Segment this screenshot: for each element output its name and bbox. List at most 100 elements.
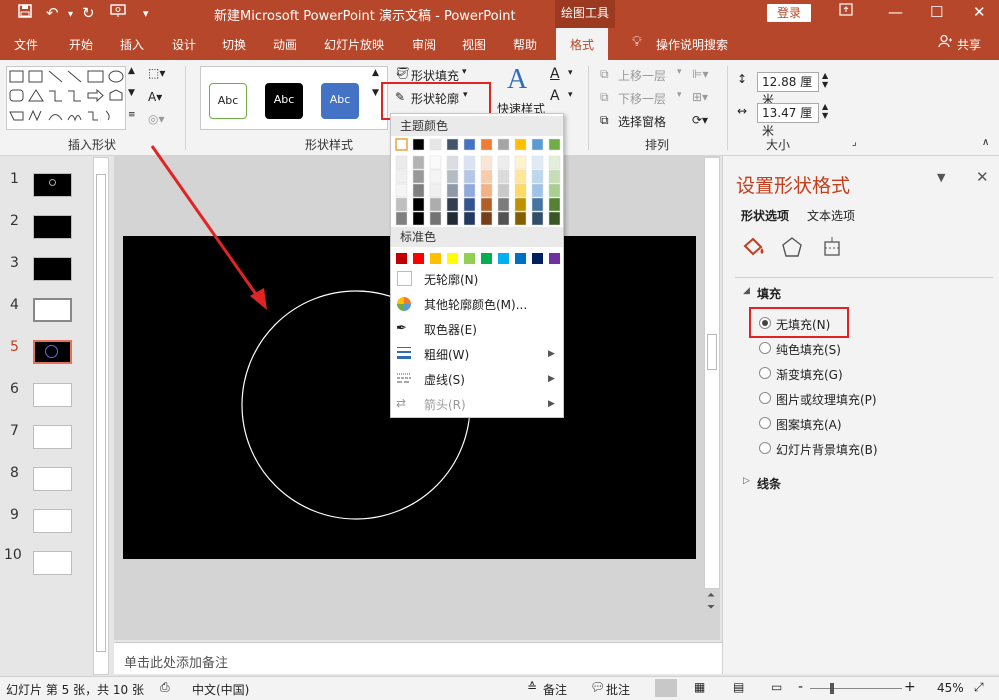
arrows-item[interactable]: 箭头(R) xyxy=(424,396,466,413)
comments-button[interactable]: 批注 xyxy=(606,681,630,698)
color-swatch[interactable] xyxy=(498,253,509,264)
color-swatch[interactable] xyxy=(514,138,527,151)
slide-thumbnail-selected[interactable] xyxy=(33,340,72,364)
no-outline-item[interactable]: 无轮廓(N) xyxy=(424,271,478,288)
color-swatch[interactable] xyxy=(446,155,459,170)
color-swatch[interactable] xyxy=(548,211,561,226)
color-swatch[interactable] xyxy=(412,155,425,170)
slide-thumbnail[interactable] xyxy=(33,467,72,491)
maximize-icon[interactable]: ☐ xyxy=(930,3,943,21)
color-swatch[interactable] xyxy=(464,253,475,264)
zoom-level[interactable]: 45% xyxy=(937,681,964,695)
color-swatch[interactable] xyxy=(430,253,441,264)
slide-thumbnail[interactable] xyxy=(33,425,72,449)
bring-forward-dropdown-icon[interactable]: ▾ xyxy=(677,67,682,77)
slide-thumbnail[interactable] xyxy=(33,383,72,407)
color-swatch[interactable] xyxy=(531,197,544,212)
text-fill-icon[interactable]: A xyxy=(550,66,560,82)
tab-text-options[interactable]: 文本选项 xyxy=(807,207,855,224)
share-button[interactable]: 共享 xyxy=(957,36,981,53)
align-icon[interactable]: ⊫▾ xyxy=(692,67,708,81)
color-swatch[interactable] xyxy=(463,138,476,151)
color-swatch[interactable] xyxy=(412,211,425,226)
color-swatch[interactable] xyxy=(412,169,425,184)
effects-icon[interactable] xyxy=(781,236,803,261)
pane-close-icon[interactable]: ✕ xyxy=(976,168,989,186)
quick-styles-icon[interactable]: A xyxy=(507,64,527,96)
width-spinner-icon[interactable]: ▲ ▼ xyxy=(822,102,828,120)
text-fill-dropdown-icon[interactable]: ▾ xyxy=(568,68,573,78)
color-swatch[interactable] xyxy=(481,253,492,264)
color-swatch[interactable] xyxy=(514,155,527,170)
pane-options-icon[interactable]: ▼ xyxy=(937,171,945,184)
more-outline-colors-item[interactable]: 其他轮廓颜色(M)... xyxy=(424,296,527,313)
color-swatch[interactable] xyxy=(497,211,510,226)
textbox-icon[interactable]: A▾ xyxy=(148,90,162,104)
fill-option-label[interactable]: 纯色填充(S) xyxy=(776,341,841,358)
color-swatch[interactable] xyxy=(463,197,476,212)
prev-next-slide-icon[interactable]: ⏶ ⏷ xyxy=(707,590,715,614)
undo-icon[interactable]: ↶ xyxy=(46,4,59,22)
color-swatch[interactable] xyxy=(514,169,527,184)
color-swatch[interactable] xyxy=(395,211,408,226)
tab-home[interactable]: 开始 xyxy=(69,36,93,53)
color-swatch[interactable] xyxy=(531,138,544,151)
height-input[interactable]: 12.88 厘米 xyxy=(757,72,819,107)
color-swatch[interactable] xyxy=(480,211,493,226)
send-backward-dropdown-icon[interactable]: ▾ xyxy=(677,90,682,100)
slide-thumbnail[interactable] xyxy=(33,551,72,575)
color-swatch[interactable] xyxy=(531,211,544,226)
tab-shape-options[interactable]: 形状选项 xyxy=(741,207,789,224)
save-icon[interactable] xyxy=(18,4,32,22)
language-status[interactable]: 中文(中国) xyxy=(192,681,249,698)
merge-shapes-icon[interactable]: ◎▾ xyxy=(148,112,165,126)
color-swatch[interactable] xyxy=(497,138,510,151)
slide-thumbnail[interactable] xyxy=(33,215,72,239)
color-swatch[interactable] xyxy=(549,253,560,264)
size-launcher-icon[interactable]: ⌟ xyxy=(852,137,857,148)
tab-format[interactable]: 格式 xyxy=(556,28,609,60)
color-swatch[interactable] xyxy=(412,138,425,151)
styles-down-icon[interactable]: ▼ xyxy=(372,88,379,98)
collapse-ribbon-icon[interactable]: ∧ xyxy=(982,137,989,148)
fill-section-collapse-icon[interactable]: ◢ xyxy=(743,286,750,296)
thumbnail-scrollbar[interactable] xyxy=(93,157,109,675)
tab-slideshow[interactable]: 幻灯片放映 xyxy=(324,36,384,53)
color-swatch[interactable] xyxy=(446,183,459,198)
spellcheck-icon[interactable]: ⎙ xyxy=(160,680,170,695)
normal-view-icon[interactable] xyxy=(655,679,677,697)
thumbnail-scroll-thumb[interactable] xyxy=(96,174,106,652)
slideshow-view-icon[interactable]: ▭ xyxy=(771,680,782,694)
color-swatch[interactable] xyxy=(395,169,408,184)
color-swatch[interactable] xyxy=(413,253,424,264)
selection-pane-button[interactable]: 选择窗格 xyxy=(618,113,666,130)
color-swatch[interactable] xyxy=(531,169,544,184)
tab-design[interactable]: 设计 xyxy=(172,36,196,53)
line-section-header[interactable]: 线条 xyxy=(757,475,781,492)
weight-item[interactable]: 粗细(W) xyxy=(424,346,469,363)
color-swatch[interactable] xyxy=(480,183,493,198)
tab-animations[interactable]: 动画 xyxy=(273,36,297,53)
color-swatch[interactable] xyxy=(396,253,407,264)
fill-option-label[interactable]: 幻灯片背景填充(B) xyxy=(776,441,878,458)
color-swatch[interactable] xyxy=(514,197,527,212)
color-swatch[interactable] xyxy=(548,183,561,198)
notes-button[interactable]: 备注 xyxy=(543,681,567,698)
slide-scrollbar[interactable] xyxy=(704,157,720,589)
color-swatch[interactable] xyxy=(395,197,408,212)
color-swatch[interactable] xyxy=(429,183,442,198)
style-outline-green[interactable]: Abc xyxy=(209,83,247,119)
color-swatch[interactable] xyxy=(497,183,510,198)
zoom-out-button[interactable]: - xyxy=(798,679,803,695)
bring-forward-button[interactable]: 上移一层 xyxy=(618,67,666,84)
send-backward-button[interactable]: 下移一层 xyxy=(618,90,666,107)
color-swatch[interactable] xyxy=(548,138,561,151)
color-swatch[interactable] xyxy=(497,155,510,170)
rotate-icon[interactable]: ⟳▾ xyxy=(692,113,708,127)
color-swatch[interactable] xyxy=(446,211,459,226)
slide-scroll-thumb[interactable] xyxy=(707,334,717,370)
color-swatch[interactable] xyxy=(480,169,493,184)
color-swatch[interactable] xyxy=(480,155,493,170)
color-swatch[interactable] xyxy=(412,183,425,198)
height-spinner-icon[interactable]: ▲ ▼ xyxy=(822,71,828,89)
